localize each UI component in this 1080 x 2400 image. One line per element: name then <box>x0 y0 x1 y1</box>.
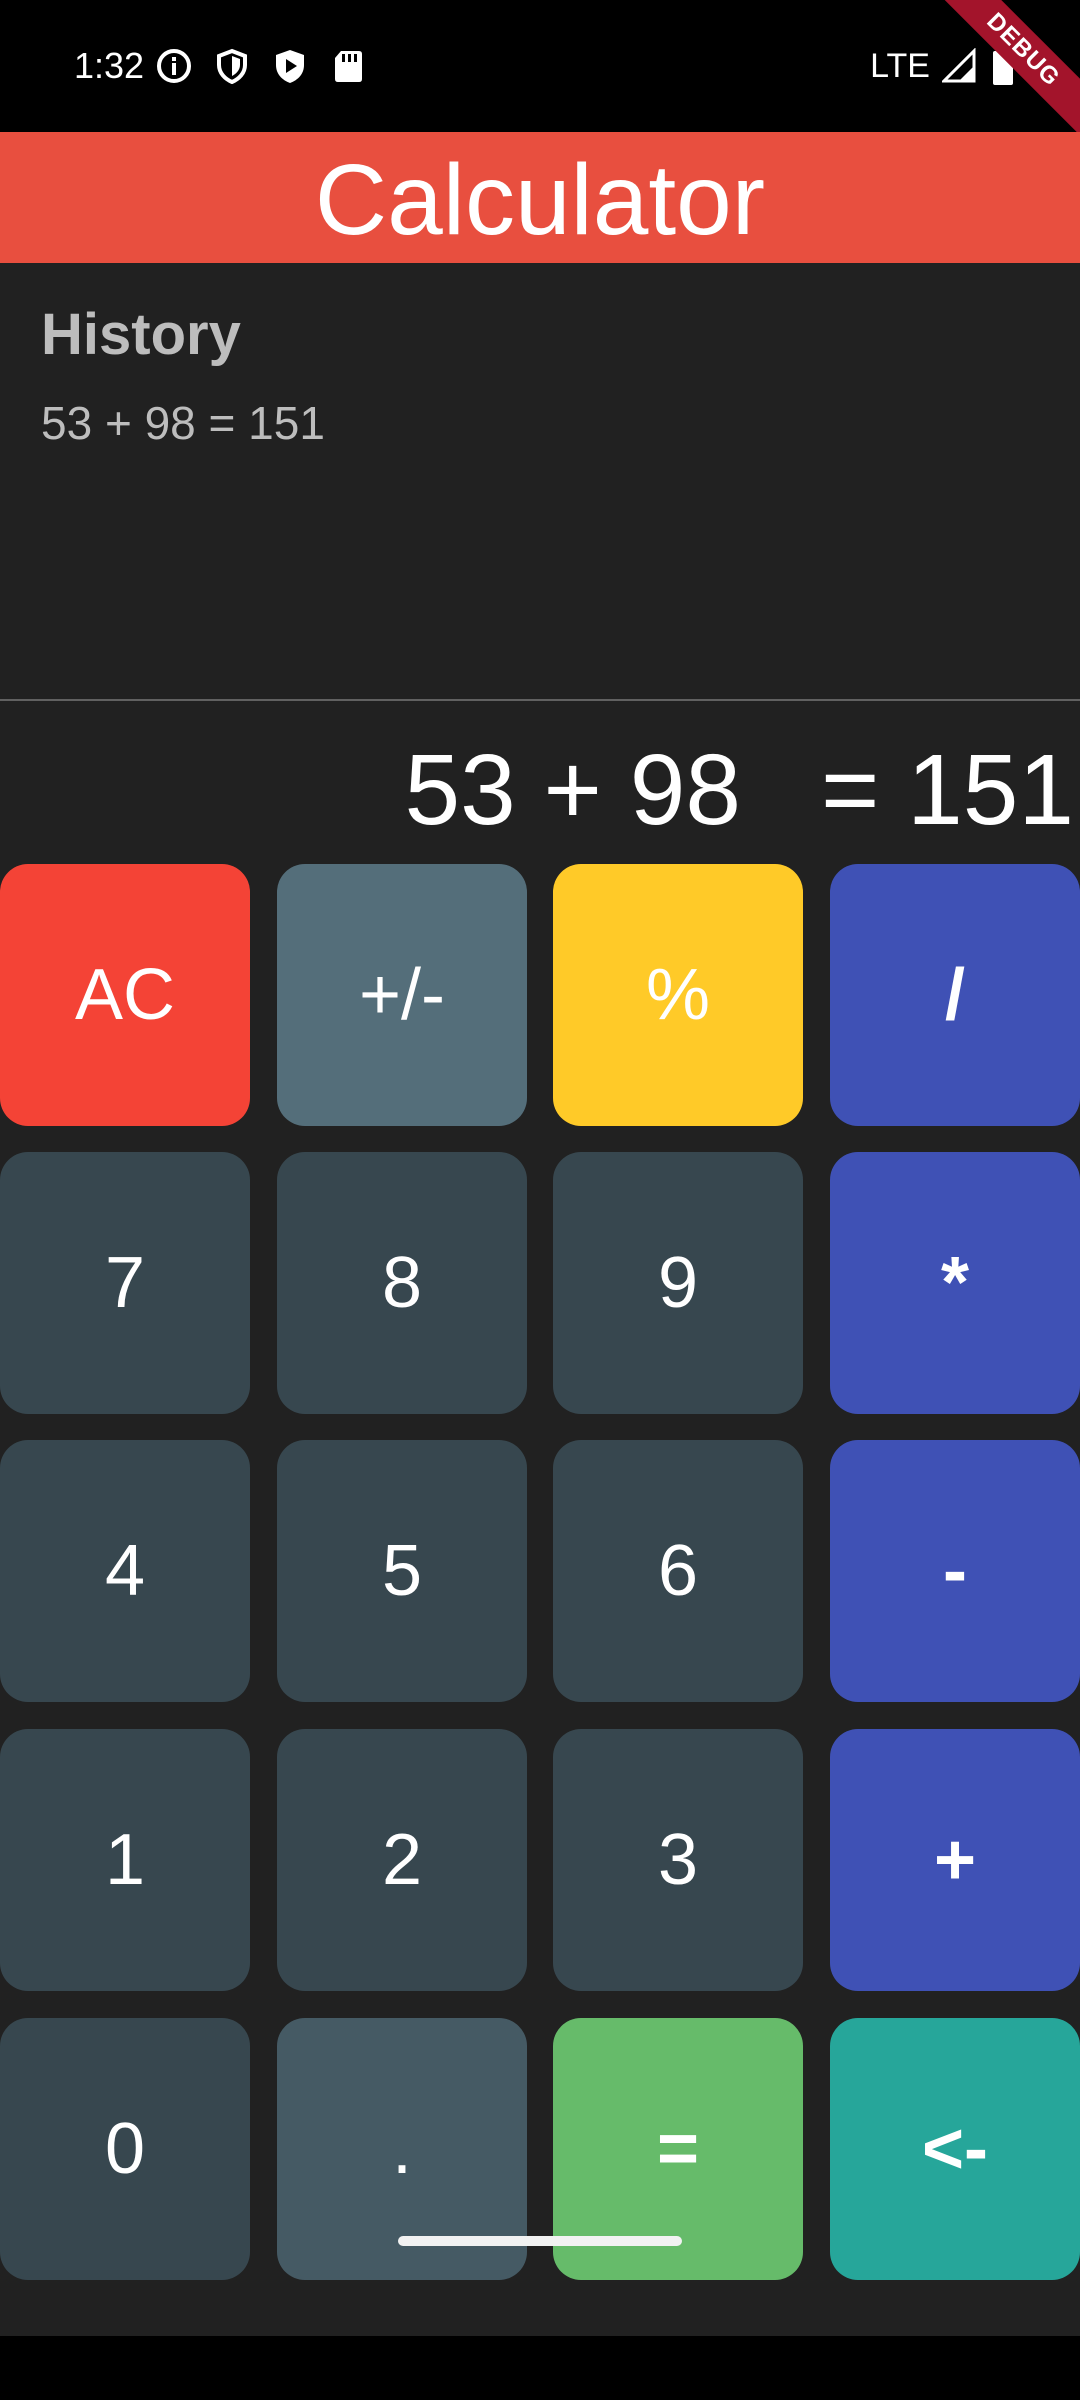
app-title: Calculator <box>314 144 766 256</box>
history-entry: 53 + 98 = 151 <box>41 397 325 449</box>
digit-5-button[interactable]: 5 <box>277 1440 527 1702</box>
digit-4-button[interactable]: 4 <box>0 1440 250 1702</box>
digit-2-button[interactable]: 2 <box>277 1729 527 1991</box>
network-type: LTE <box>870 46 930 85</box>
display-result: = 151 <box>820 733 1074 846</box>
info-icon <box>156 48 192 84</box>
signal-icon <box>940 47 978 84</box>
status-bar: 1:32 LTE DEBUG <box>0 0 1080 146</box>
app-bar: Calculator <box>0 132 1080 263</box>
history-title: History <box>41 302 241 367</box>
shield-icon <box>214 48 250 85</box>
status-time: 1:32 <box>74 45 145 86</box>
add-button[interactable]: + <box>830 1729 1080 1991</box>
all-clear-button[interactable]: AC <box>0 864 250 1126</box>
percent-button[interactable]: % <box>553 864 803 1126</box>
multiply-button[interactable]: * <box>830 1152 1080 1414</box>
play-protect-icon <box>272 48 308 84</box>
history-panel: History 53 + 98 = 151 <box>0 263 1080 699</box>
display-expression: 53 + 98 <box>404 733 741 846</box>
display: 53 + 98 = 151 <box>405 734 1074 846</box>
backspace-button[interactable]: <- <box>830 2018 1080 2280</box>
sd-card-icon <box>330 48 366 84</box>
digit-9-button[interactable]: 9 <box>553 1152 803 1414</box>
digit-1-button[interactable]: 1 <box>0 1729 250 1991</box>
digit-6-button[interactable]: 6 <box>553 1440 803 1702</box>
divide-button[interactable]: / <box>830 864 1080 1126</box>
digit-8-button[interactable]: 8 <box>277 1152 527 1414</box>
plus-minus-button[interactable]: +/- <box>277 864 527 1126</box>
navigation-bar <box>0 2336 1080 2400</box>
digit-7-button[interactable]: 7 <box>0 1152 250 1414</box>
digit-3-button[interactable]: 3 <box>553 1729 803 1991</box>
subtract-button[interactable]: - <box>830 1440 1080 1702</box>
gesture-handle[interactable] <box>398 2236 682 2246</box>
digit-0-button[interactable]: 0 <box>0 2018 250 2280</box>
